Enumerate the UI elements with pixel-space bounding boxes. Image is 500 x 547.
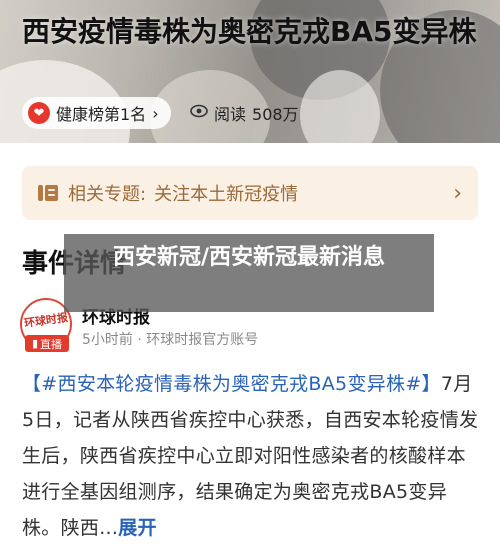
hot-list-badge[interactable]: ❤ 健康榜第1名 › [22,97,171,129]
article-body-text: 7月5日，记者从陕西省疾控中心获悉，自西安本轮疫情发生后，陕西省疾控中心立即对阳… [22,373,479,539]
live-badge[interactable]: ▮ 直播 [25,335,69,352]
read-count-label: 阅读 [214,105,247,124]
topic-hashtag-link[interactable]: 【#西安本轮疫情毒株为奥密克戎BA5变异株#】 [22,373,441,395]
eye-icon [190,104,208,122]
article-title: 西安疫情毒株为奥密克戎BA5变异株 [22,15,477,48]
avatar-logo: 环球时报 [23,310,69,330]
read-count-value: 508万 [252,105,299,124]
live-icon: ▮ [31,337,39,350]
topic-prefix: 相关专题: [68,184,147,205]
heart-icon: ❤ [28,102,50,124]
live-label: 直播 [40,337,63,351]
chevron-right-icon: › [152,103,159,123]
article-body: 【#西安本轮疫情毒株为奥密克戎BA5变异株#】7月5日，记者从陕西省疾控中心获悉… [22,366,482,546]
topic-name: 关注本土新冠疫情 [154,184,299,205]
related-topic-banner[interactable]: 相关专题: 关注本土新冠疫情 › [22,166,478,220]
chevron-right-icon: › [453,180,462,206]
document-icon [38,183,58,203]
hot-list-label: 健康榜第1名 [56,105,147,124]
author-meta: 5小时前 · 环球时报官方账号 [82,332,259,348]
read-count: 阅读 508万 [190,97,299,129]
overlay-caption: 西安新冠/西安新冠最新消息 [64,234,434,312]
article-hero: 西安疫情毒株为奥密克戎BA5变异株 ❤ 健康榜第1名 › 阅读 508万 [0,0,500,143]
expand-link[interactable]: 展开 [118,517,157,539]
